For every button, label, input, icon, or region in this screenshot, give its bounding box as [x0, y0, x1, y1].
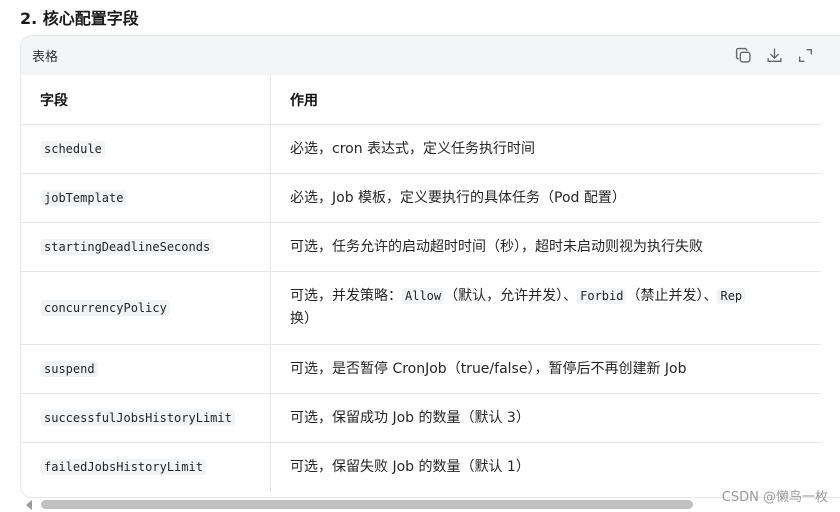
- field-desc: 必选，Job 模板，定义要执行的具体任务（Pod 配置）: [270, 173, 821, 223]
- scroll-thumb[interactable]: [41, 500, 693, 509]
- field-name: successfulJobsHistoryLimit: [41, 410, 235, 426]
- desc-line-2: 换）: [290, 311, 318, 327]
- card-header: 表格: [21, 36, 840, 75]
- header-field: 字段: [21, 75, 271, 125]
- inline-code-replace: Rep: [717, 288, 746, 304]
- table-row: suspend 可选，是否暂停 CronJob（true/false），暂停后不…: [21, 344, 821, 394]
- table-row: schedule 必选，cron 表达式，定义任务执行时间: [21, 124, 821, 174]
- table-header-row: 字段 作用: [21, 75, 821, 125]
- inline-code-forbid: Forbid: [577, 288, 627, 304]
- card-actions: [735, 47, 814, 64]
- field-name: startingDeadlineSeconds: [41, 239, 214, 255]
- header-desc: 作用: [270, 75, 821, 125]
- field-name: failedJobsHistoryLimit: [41, 459, 206, 476]
- config-table: 字段 作用 schedule 必选，cron 表达式，定义任务执行时间 jobT…: [21, 75, 821, 492]
- field-desc: 可选，保留失败 Job 的数量（默认 1）: [290, 458, 530, 475]
- expand-icon[interactable]: [797, 47, 814, 64]
- field-name: suspend: [41, 361, 98, 377]
- table-row: failedJobsHistoryLimit 可选，保留失败 Job 的数量（默…: [21, 442, 821, 492]
- section-title: 2. 核心配置字段: [20, 9, 139, 28]
- table-row: startingDeadlineSeconds 可选，任务允许的启动超时时间（秒…: [21, 222, 821, 272]
- field-desc: 可选，并发策略： Allow （默认，允许并发）、 Forbid （禁止并发）、 Rep …: [270, 271, 821, 345]
- field-desc: 可选，是否暂停 CronJob（true/false），暂停后不再创建新 Job: [270, 344, 821, 394]
- horizontal-scrollbar[interactable]: [20, 497, 840, 512]
- inline-code-allow: Allow: [402, 288, 445, 304]
- table-row: successfulJobsHistoryLimit 可选，保留成功 Job 的…: [21, 393, 821, 443]
- watermark: CSDN @懒鸟一枚: [721, 490, 828, 505]
- field-desc: 可选，任务允许的启动超时时间（秒），超时未启动则视为执行失败: [270, 222, 821, 272]
- field-name: jobTemplate: [41, 190, 127, 206]
- table-card: 表格 字段 作用 schedule 必选，cron 表达式，定义任务执行时间 j…: [20, 35, 840, 498]
- table-row: concurrencyPolicy 可选，并发策略： Allow （默认，允许并发）…: [21, 271, 821, 345]
- card-title: 表格: [32, 50, 59, 65]
- field-name: schedule: [41, 141, 105, 157]
- desc-line-1: 可选，并发策略： Allow （默认，允许并发）、 Forbid （禁止并发）、 Rep: [290, 285, 821, 308]
- field-name: concurrencyPolicy: [41, 300, 170, 316]
- download-icon[interactable]: [766, 47, 783, 64]
- table-row: jobTemplate 必选，Job 模板，定义要执行的具体任务（Pod 配置）: [21, 173, 821, 223]
- field-desc: 必选，cron 表达式，定义任务执行时间: [270, 124, 821, 174]
- field-desc: 可选，保留成功 Job 的数量（默认 3）: [270, 393, 821, 443]
- scroll-left-arrow-icon[interactable]: [26, 500, 32, 510]
- copy-icon[interactable]: [735, 47, 752, 64]
